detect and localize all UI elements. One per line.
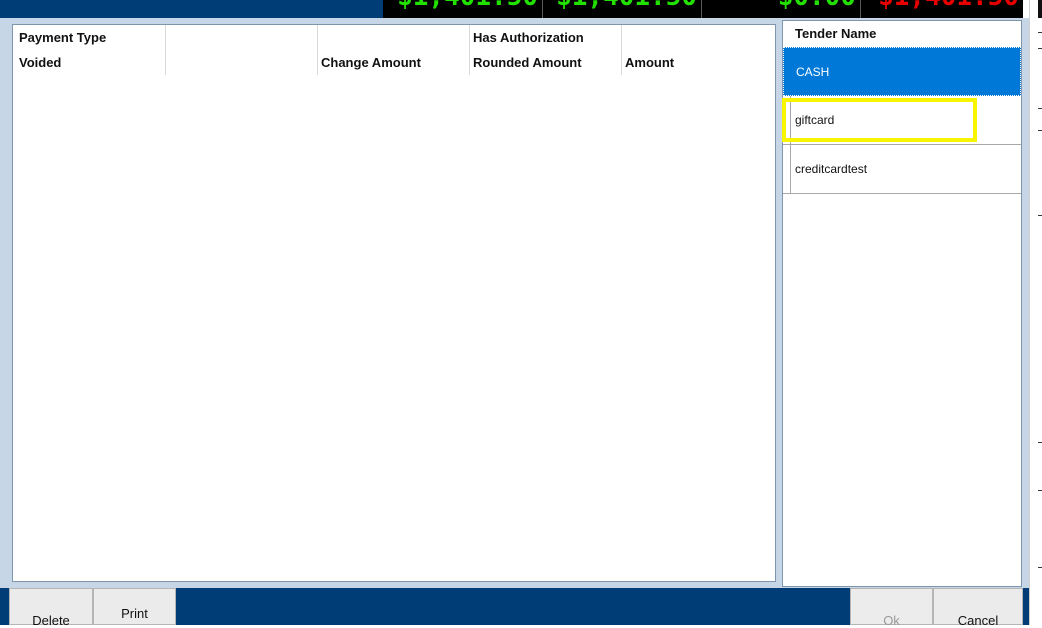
column-header-rounded-amount[interactable]: Rounded Amount [473,55,582,70]
payments-grid[interactable]: Payment Type Has Authorization Voided Ch… [12,24,776,582]
edge-tick [1038,130,1042,131]
change-amount-display: $0.00 [702,0,860,18]
column-divider [621,25,622,75]
column-header-payment-type[interactable]: Payment Type [19,30,106,45]
cancel-button[interactable]: Cancel [933,588,1023,628]
column-header-voided[interactable]: Voided [19,55,61,70]
tender-item-cash[interactable]: CASH [783,47,1021,96]
edge-tick [1038,215,1042,216]
tender-name-header[interactable]: Tender Name [783,21,1021,47]
column-header-change-amount[interactable]: Change Amount [321,55,421,70]
edge-tick [1038,567,1042,568]
print-button[interactable]: Print [93,588,176,625]
change-amount-text: $0.00 [778,0,856,10]
total-amount-text: $1,401.50 [397,0,538,10]
column-divider [469,25,470,75]
edge-tick [1038,442,1042,443]
print-button-label: Print [121,606,148,621]
column-divider [317,25,318,75]
edge-tick [1038,32,1042,33]
tender-item-label: giftcard [795,113,835,127]
edge-tick [1038,48,1042,49]
delete-button-label: Delete [32,613,70,628]
delete-button[interactable]: Delete [9,588,93,628]
paid-amount-display: $1,401.50 [543,0,701,18]
row-gutter [783,145,791,193]
edge-marker [1038,0,1042,18]
cancel-button-label: Cancel [957,613,999,628]
balance-amount-display: $1,401.50 [861,0,1023,18]
row-gutter [783,96,791,144]
totals-strip: $1,401.50 $1,401.50 $0.00 $1,401.50 [0,0,1042,18]
total-amount-display: $1,401.50 [383,0,542,18]
tender-item-creditcardtest[interactable]: creditcardtest [783,145,1021,194]
ok-button[interactable]: Ok [850,588,933,628]
edge-tick [1038,490,1042,491]
window-edge [1029,0,1042,625]
balance-amount-text: $1,401.50 [878,0,1019,10]
ok-button-label: Ok [883,613,900,628]
column-divider [165,25,166,75]
edge-tick [1038,108,1042,109]
tender-item-label: CASH [796,65,830,79]
tender-list[interactable]: Tender Name CASH giftcard creditcardtest [782,20,1022,587]
totals-strip-left [0,0,383,18]
tender-item-giftcard[interactable]: giftcard [783,96,1021,145]
action-bar: Delete Print Ok Cancel [0,588,1042,628]
tender-item-label: creditcardtest [795,162,868,176]
column-header-has-authorization[interactable]: Has Authorization [473,30,584,45]
column-header-amount[interactable]: Amount [625,55,674,70]
paid-amount-text: $1,401.50 [556,0,697,10]
